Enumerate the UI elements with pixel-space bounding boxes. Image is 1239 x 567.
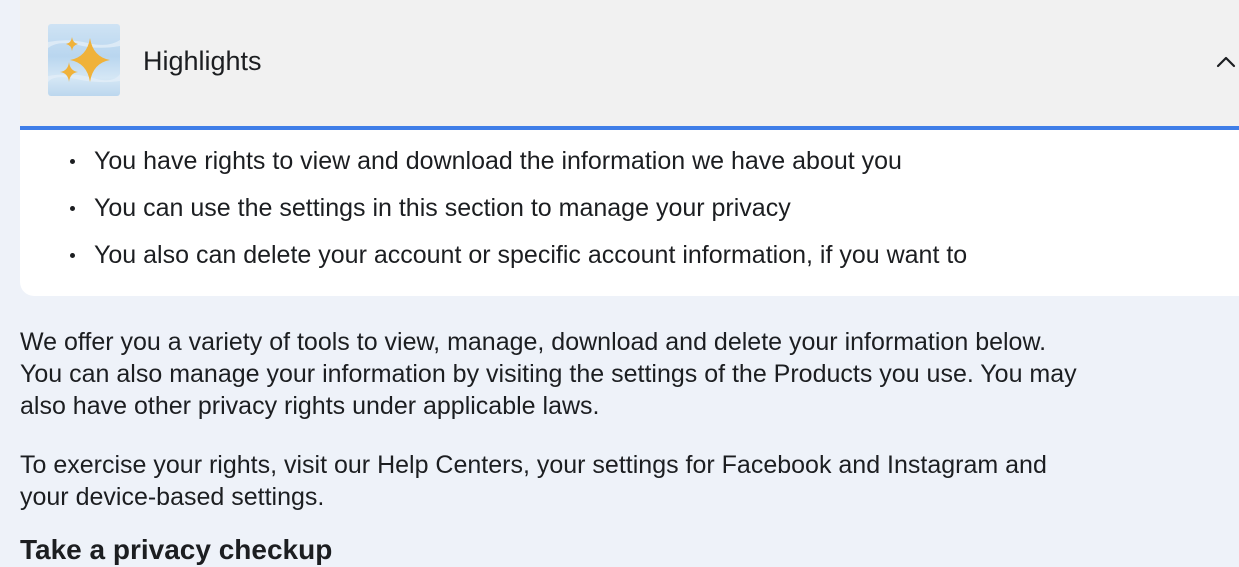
rights-paragraph-line-2: your device-based settings. <box>20 483 325 511</box>
list-item-text: You also can delete your account or spec… <box>94 241 968 269</box>
bullet-dot <box>70 159 75 164</box>
bullet-dot <box>70 206 75 211</box>
chevron-up-icon[interactable] <box>1211 46 1239 76</box>
tools-paragraph-line-2: You can also manage your information by … <box>20 360 1077 388</box>
highlights-list: You have rights to view and download the… <box>70 146 967 287</box>
tools-paragraph-line-3: also have other privacy rights under app… <box>20 392 600 420</box>
rights-paragraph-line-1: To exercise your rights, visit our Help … <box>20 451 1047 479</box>
highlights-title: Highlights <box>143 46 262 76</box>
bullet-dot <box>70 253 75 258</box>
tools-paragraph-line-1: We offer you a variety of tools to view,… <box>20 328 1047 356</box>
list-item: You have rights to view and download the… <box>70 146 967 193</box>
rights-paragraph: To exercise your rights, visit our Help … <box>20 449 1047 513</box>
tools-paragraph: We offer you a variety of tools to view,… <box>20 326 1077 422</box>
highlights-card: Highlights You have rights to view and d… <box>20 0 1239 296</box>
highlights-header[interactable]: Highlights <box>20 0 1239 130</box>
privacy-checkup-heading: Take a privacy checkup <box>20 534 333 565</box>
list-item-text: You can use the settings in this section… <box>94 194 791 222</box>
sparkles-icon <box>48 24 120 96</box>
list-item-text: You have rights to view and download the… <box>94 147 902 175</box>
list-item: You also can delete your account or spec… <box>70 240 967 287</box>
list-item: You can use the settings in this section… <box>70 193 967 240</box>
